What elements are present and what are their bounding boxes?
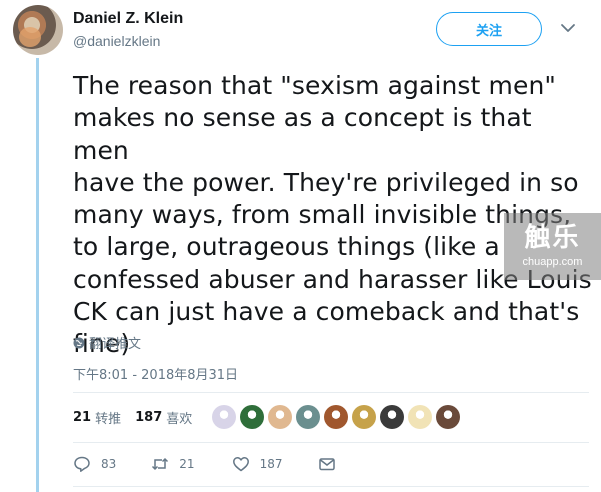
liker-avatars: [212, 405, 460, 429]
liker-avatar[interactable]: [268, 405, 292, 429]
watermark-logo: 触乐: [524, 223, 581, 253]
divider: [73, 392, 589, 393]
liker-avatar[interactable]: [408, 405, 432, 429]
follow-button[interactable]: 关注: [436, 12, 542, 46]
author-handle[interactable]: @danielzklein: [73, 33, 160, 49]
translate-label[interactable]: 翻译推文: [89, 333, 141, 352]
heart-icon: [232, 457, 249, 472]
author-avatar[interactable]: [13, 5, 63, 55]
like-button[interactable]: 187: [232, 455, 283, 473]
reply-button[interactable]: 83: [73, 455, 116, 473]
chevron-down-icon[interactable]: [560, 22, 576, 34]
divider: [73, 486, 589, 487]
liker-avatar[interactable]: [296, 405, 320, 429]
tweet-stats: 21 转推 187 喜欢: [73, 408, 206, 427]
liker-avatar[interactable]: [324, 405, 348, 429]
watermark: 触乐 chuapp.com: [504, 213, 601, 280]
reply-count: 83: [101, 457, 117, 471]
retweet-stat-label[interactable]: 转推: [95, 408, 121, 427]
direct-message-button[interactable]: [318, 455, 336, 473]
author-name[interactable]: Daniel Z. Klein: [73, 10, 183, 28]
liker-avatar[interactable]: [212, 405, 236, 429]
tweet-actions: 83 21 187: [73, 455, 336, 473]
retweet-stat-count[interactable]: 21: [73, 410, 91, 425]
envelope-icon: [319, 458, 336, 471]
translate-link[interactable]: 翻译推文: [73, 333, 141, 352]
liker-avatar[interactable]: [436, 405, 460, 429]
tweet-timestamp[interactable]: 下午8:01 - 2018年8月31日: [73, 364, 238, 383]
like-stat-label[interactable]: 喜欢: [166, 408, 192, 427]
liker-avatar[interactable]: [352, 405, 376, 429]
globe-icon: [73, 337, 85, 348]
liker-avatar[interactable]: [240, 405, 264, 429]
liker-avatar[interactable]: [380, 405, 404, 429]
reply-icon: [74, 456, 90, 472]
watermark-url: chuapp.com: [522, 256, 583, 268]
like-count: 187: [259, 457, 283, 471]
divider: [73, 442, 589, 443]
retweet-icon: [152, 457, 169, 471]
like-stat-count[interactable]: 187: [135, 410, 162, 425]
thread-line: [36, 58, 39, 492]
retweet-button[interactable]: 21: [151, 455, 195, 473]
retweet-count: 21: [179, 457, 195, 471]
